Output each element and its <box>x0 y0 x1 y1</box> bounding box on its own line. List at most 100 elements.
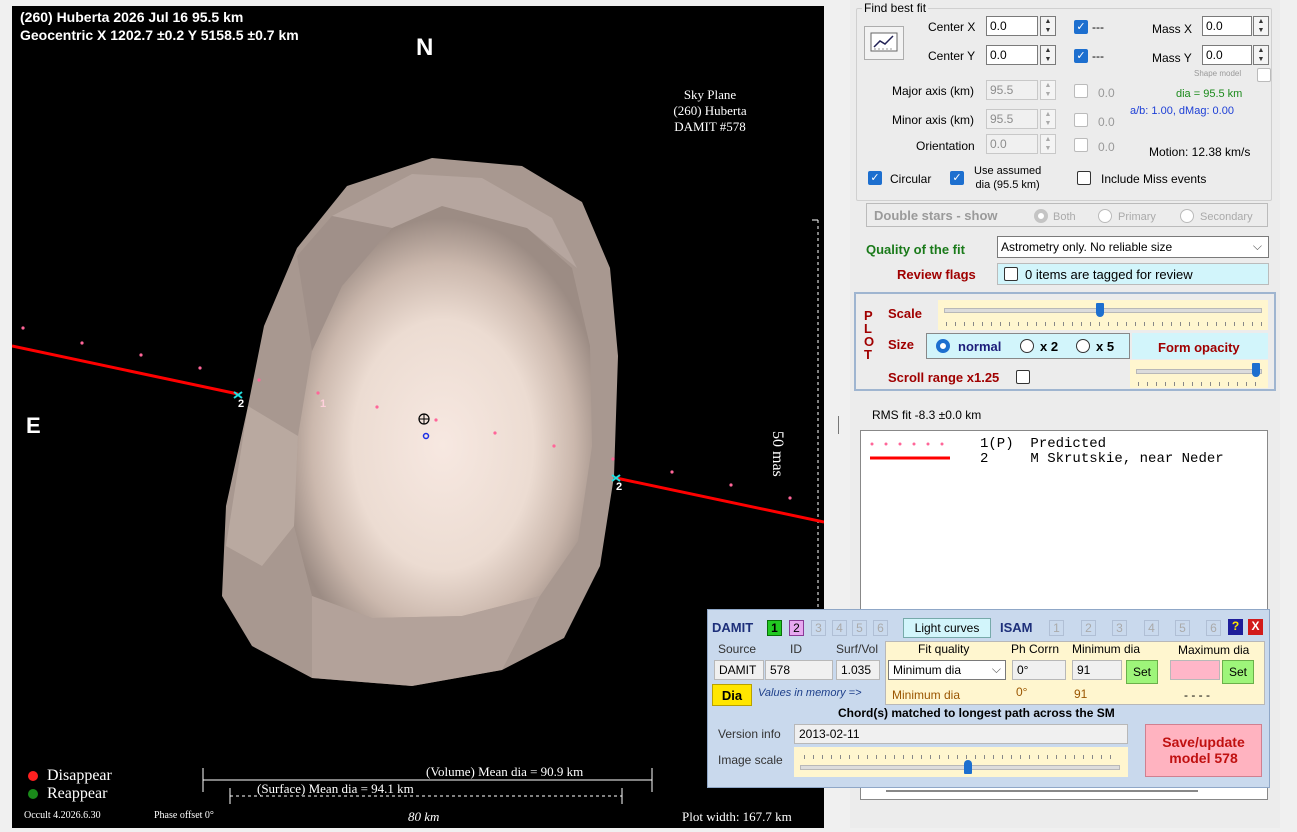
size-normal-radio[interactable] <box>936 339 950 353</box>
mass-y-input[interactable]: 0.0 <box>1202 45 1252 65</box>
isam-model-4[interactable]: 4 <box>1144 620 1159 636</box>
chord-observed-right <box>615 476 824 524</box>
isam-model-3[interactable]: 3 <box>1112 620 1127 636</box>
chevron-down-icon: ⌵ <box>991 662 1001 676</box>
damit-model-2[interactable]: 2 <box>789 620 804 636</box>
min-dia-input[interactable]: 91 <box>1072 660 1122 680</box>
best-fit-button[interactable] <box>864 26 904 60</box>
quality-label: Quality of the fit <box>866 242 965 257</box>
observer-list-scrollbar[interactable] <box>886 790 1198 792</box>
minor-axis-spinner[interactable]: ▲ ▼ <box>1040 109 1056 129</box>
center-y-spinner[interactable]: ▲ ▼ <box>1040 45 1056 65</box>
review-flags-checkbox[interactable] <box>1004 267 1018 281</box>
minor-axis-checkbox[interactable] <box>1074 113 1088 127</box>
ab-dmag-text: a/b: 1.00, dMag: 0.00 <box>1130 105 1234 117</box>
dia-text: dia = 95.5 km <box>1176 88 1243 100</box>
mass-x-label: Mass X <box>1152 22 1193 36</box>
find-best-fit-title: Find best fit <box>862 1 929 15</box>
ph-corrn-input[interactable]: 0° <box>1012 660 1066 680</box>
image-scale-thumb[interactable] <box>964 760 972 774</box>
close-icon[interactable]: X <box>1248 619 1263 635</box>
damit-model-6[interactable]: 6 <box>873 620 888 636</box>
minor-axis-input[interactable]: 95.5 <box>986 109 1038 129</box>
observer-row-2[interactable]: 2 M Skrutskie, near Neder <box>980 451 1224 467</box>
max-dia-input[interactable] <box>1170 660 1220 680</box>
reappear-legend-dot <box>28 789 38 799</box>
version-info-label: Version info <box>718 727 781 741</box>
source-value: DAMIT <box>714 660 764 680</box>
damit-model-5[interactable]: 5 <box>852 620 867 636</box>
center-y-checkbox[interactable]: ✓ <box>1074 49 1088 63</box>
mass-x-input[interactable]: 0.0 <box>1202 16 1252 36</box>
major-axis-checkbox[interactable] <box>1074 84 1088 98</box>
image-scale-slider[interactable] <box>794 747 1128 777</box>
help-icon[interactable]: ? <box>1228 619 1243 635</box>
both-radio[interactable] <box>1034 209 1048 223</box>
header-max-dia: Maximum dia <box>1178 643 1250 657</box>
quality-value: Astrometry only. No reliable size <box>1001 240 1173 254</box>
memory-min-dia: 91 <box>1074 687 1088 701</box>
center-x-input[interactable]: 0.0 <box>986 16 1038 36</box>
damit-title: DAMIT <box>712 620 754 635</box>
size-x2-label: x 2 <box>1040 339 1059 354</box>
form-opacity-thumb[interactable] <box>1252 363 1260 377</box>
include-miss-checkbox[interactable] <box>1077 171 1091 185</box>
set-max-dia-button[interactable]: Set <box>1222 660 1254 684</box>
review-flags-text: 0 items are tagged for review <box>1025 267 1193 282</box>
id-value: 578 <box>765 660 833 680</box>
scale-slider-thumb[interactable] <box>1096 303 1104 317</box>
size-x2-radio[interactable] <box>1020 339 1034 353</box>
light-curves-button[interactable]: Light curves <box>903 618 991 638</box>
header-id: ID <box>790 642 802 656</box>
header-min-dia: Minimum dia <box>1072 642 1141 656</box>
shape-model-checkbox[interactable] <box>1257 68 1271 82</box>
circular-checkbox[interactable]: ✓ <box>868 171 882 185</box>
memory-max-dia: - - - - <box>1184 688 1210 702</box>
chevron-down-icon: ⌵ <box>1252 239 1262 253</box>
damit-model-3[interactable]: 3 <box>811 620 826 636</box>
isam-model-1[interactable]: 1 <box>1049 620 1064 636</box>
chord-label: 2 <box>616 481 623 493</box>
size-x5-radio[interactable] <box>1076 339 1090 353</box>
secondary-label: Secondary <box>1200 211 1253 223</box>
orientation-checkbox[interactable] <box>1074 138 1088 152</box>
orientation-spinner[interactable]: ▲ ▼ <box>1040 134 1056 154</box>
memory-fit-quality: Minimum dia <box>892 688 961 702</box>
mass-x-spinner[interactable]: ▲ ▼ <box>1253 16 1269 36</box>
sky-plane-title: Sky Plane (260) Huberta DAMIT #578 <box>673 87 747 134</box>
major-axis-input[interactable]: 95.5 <box>986 80 1038 100</box>
use-assumed-checkbox[interactable]: ✓ <box>950 171 964 185</box>
dia-button[interactable]: Dia <box>712 684 752 706</box>
use-assumed-label: Use assumed dia (95.5 km) <box>974 165 1042 191</box>
set-min-dia-button[interactable]: Set <box>1126 660 1158 684</box>
center-x-checkbox[interactable]: ✓ <box>1074 20 1088 34</box>
scroll-range-checkbox[interactable] <box>1016 370 1030 384</box>
save-update-model-button[interactable]: Save/update model 578 <box>1145 724 1262 777</box>
orientation-input[interactable]: 0.0 <box>986 134 1038 154</box>
scale-slider[interactable] <box>938 300 1268 330</box>
image-scale-label: Image scale <box>718 753 783 767</box>
center-y-input[interactable]: 0.0 <box>986 45 1038 65</box>
mass-y-spinner[interactable]: ▲ ▼ <box>1253 45 1269 65</box>
secondary-radio[interactable] <box>1180 209 1194 223</box>
isam-title: ISAM <box>1000 620 1033 635</box>
size-normal-label: normal <box>958 339 1002 354</box>
quality-select[interactable]: Astrometry only. No reliable size ⌵ <box>997 236 1269 258</box>
isam-model-6[interactable]: 6 <box>1206 620 1221 636</box>
observer-row-1[interactable]: 1(P) Predicted <box>980 436 1106 452</box>
damit-model-4[interactable]: 4 <box>832 620 847 636</box>
primary-radio[interactable] <box>1098 209 1112 223</box>
form-opacity-label: Form opacity <box>1158 340 1240 355</box>
damit-model-1[interactable]: 1 <box>767 620 782 636</box>
form-opacity-slider[interactable] <box>1130 360 1268 388</box>
occult-version: Occult 4.2026.6.30 <box>24 810 101 821</box>
east-label: E <box>26 413 41 438</box>
isam-model-5[interactable]: 5 <box>1175 620 1190 636</box>
center-x-spinner[interactable]: ▲ ▼ <box>1040 16 1056 36</box>
fit-quality-select[interactable]: Minimum dia ⌵ <box>888 660 1006 680</box>
major-axis-spinner[interactable]: ▲ ▼ <box>1040 80 1056 100</box>
sky-plane-plot[interactable]: (260) Huberta 2026 Jul 16 95.5 km Geocen… <box>12 6 824 828</box>
splitter-handle[interactable] <box>838 416 839 434</box>
isam-model-2[interactable]: 2 <box>1081 620 1096 636</box>
motion-text: Motion: 12.38 km/s <box>1149 145 1251 159</box>
